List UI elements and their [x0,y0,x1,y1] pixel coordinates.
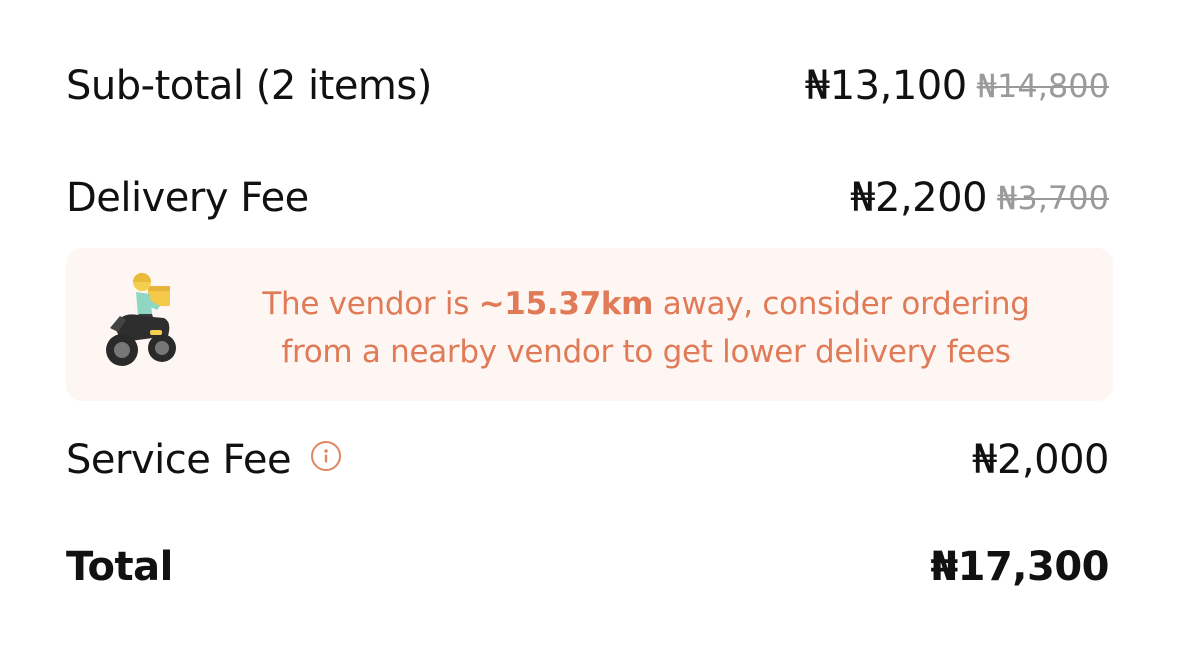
delivery-fee-label: Delivery Fee [66,175,309,221]
total-label: Total [66,544,173,590]
notice-line-1: The vendor is ~15.37km away, consider or… [216,280,1076,328]
distance-notice-text: The vendor is ~15.37km away, consider or… [216,280,1076,376]
distance-notice: The vendor is ~15.37km away, consider or… [66,248,1113,401]
service-fee-label: Service Fee [66,437,292,483]
total-row: Total ₦17,300 [66,540,1109,594]
notice-prefix: The vendor is [262,286,479,322]
delivery-fee-price: ₦2,200 [850,175,988,221]
subtotal-row: Sub-total (2 items) ₦13,100 ₦14,800 [66,60,1109,112]
service-fee-row: Service Fee ₦2,000 [66,434,1109,486]
info-icon[interactable] [311,441,342,471]
total-price: ₦17,300 [930,544,1109,590]
notice-suffix: away, consider ordering [653,286,1030,322]
delivery-fee-old-price: ₦3,700 [997,179,1109,217]
vendor-distance: ~15.37km [478,286,654,322]
subtotal-old-price: ₦14,800 [976,67,1109,105]
service-fee-price: ₦2,000 [972,437,1109,483]
delivery-fee-row: Delivery Fee ₦2,200 ₦3,700 [66,172,1109,224]
subtotal-price: ₦13,100 [804,63,967,109]
delivery-rider-icon [106,273,176,366]
subtotal-label: Sub-total (2 items) [66,63,432,109]
notice-line-2: from a nearby vendor to get lower delive… [281,334,1011,370]
